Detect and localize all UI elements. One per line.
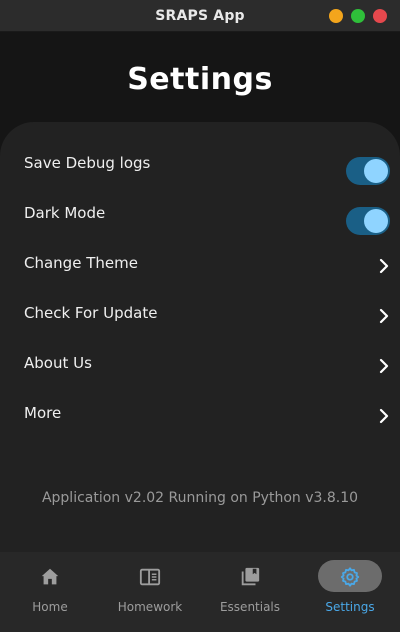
nav-item-settings[interactable]: Settings (300, 552, 400, 632)
dark-mode-toggle[interactable] (346, 207, 390, 235)
nav-item-homework[interactable]: Homework (100, 552, 200, 632)
setting-label: Change Theme (24, 254, 138, 272)
setting-label: Save Debug logs (24, 154, 151, 172)
setting-label: More (24, 404, 62, 422)
nav-label: Settings (325, 600, 375, 614)
setting-save-debug-logs[interactable]: Save Debug logs (0, 138, 400, 188)
maximize-button[interactable] (351, 9, 365, 23)
gear-icon (340, 567, 360, 587)
setting-change-theme[interactable]: Change Theme (0, 238, 400, 288)
nav-label: Homework (117, 600, 183, 614)
minimize-button[interactable] (329, 9, 343, 23)
version-text: Application v2.02 Running on Python v3.8… (41, 490, 359, 506)
chevron-right-icon[interactable] (376, 408, 392, 424)
library-books-icon (241, 567, 260, 586)
page-title: Settings (127, 62, 273, 97)
save-debug-logs-toggle[interactable] (346, 157, 390, 185)
title-bar: SRAPS App (0, 0, 400, 32)
chevron-right-icon[interactable] (376, 258, 392, 274)
setting-label: Dark Mode (24, 204, 106, 222)
home-icon (41, 568, 59, 585)
chevron-right-icon[interactable] (376, 308, 392, 324)
toggle-knob (364, 159, 388, 183)
nav-label: Essentials (219, 600, 281, 614)
book-open-icon (139, 568, 161, 586)
setting-more[interactable]: More (0, 388, 400, 438)
toggle-knob (364, 209, 388, 233)
setting-dark-mode[interactable]: Dark Mode (0, 188, 400, 238)
setting-check-for-update[interactable]: Check For Update (0, 288, 400, 338)
close-button[interactable] (373, 9, 387, 23)
nav-item-home[interactable]: Home (0, 552, 100, 632)
setting-about-us[interactable]: About Us (0, 338, 400, 388)
nav-label: Home (32, 600, 68, 614)
bottom-navigation: Home Homework Essentials Settings (0, 552, 400, 632)
setting-label: About Us (24, 354, 92, 372)
chevron-right-icon[interactable] (376, 358, 392, 374)
settings-card: Save Debug logs Dark Mode Change Theme C… (0, 122, 400, 562)
nav-item-essentials[interactable]: Essentials (200, 552, 300, 632)
app-window: SRAPS App Settings Save Debug logs Dark … (0, 0, 400, 632)
setting-label: Check For Update (24, 304, 158, 322)
